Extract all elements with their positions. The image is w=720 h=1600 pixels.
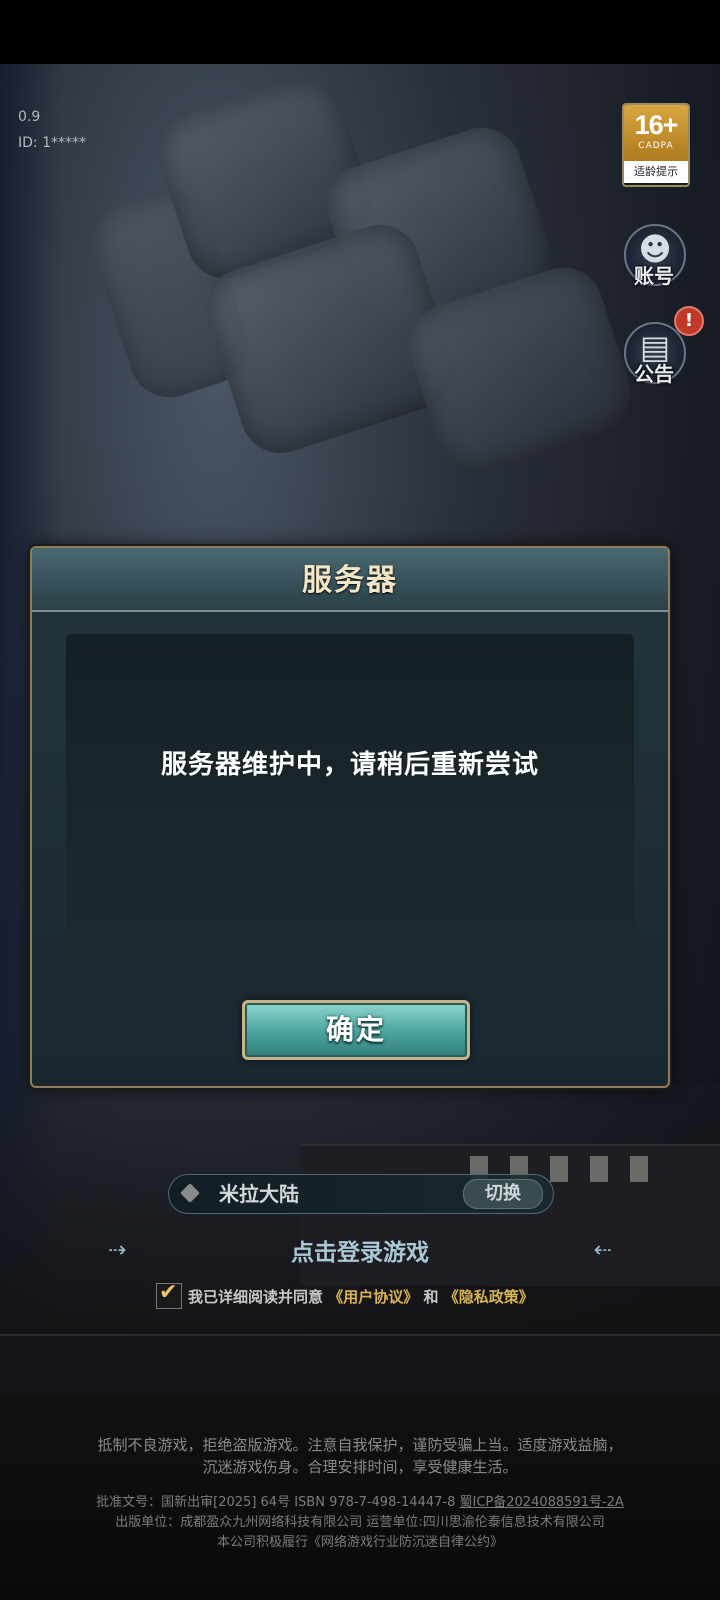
- notice-button[interactable]: ▤ 公告: [620, 322, 688, 392]
- agreement-text: 我已详细阅读并同意: [188, 1288, 324, 1306]
- publisher-info: 出版单位：成都盈众九州网络科技有限公司 运营单位:四川思渝伦泰信息技术有限公司: [115, 1515, 605, 1530]
- server-name: 米拉大陆: [219, 1182, 299, 1206]
- approval-number: 批准文号：国新出审[2025] 64号 ISBN 978-7-498-14447…: [96, 1495, 456, 1510]
- age-rating-label: 适龄提示: [624, 161, 688, 183]
- switch-server-button[interactable]: 切换: [463, 1179, 543, 1209]
- agreement-row: ✔ 我已详细阅读并同意 《用户协议》 和 《隐私政策》: [156, 1280, 586, 1309]
- arrow-right-icon: ⇠: [593, 1238, 612, 1263]
- confirm-button-label: 确定: [325, 1013, 386, 1046]
- version-text: 0.9: [18, 109, 41, 125]
- account-button[interactable]: ☻ 账号: [620, 224, 688, 294]
- health-notice-line1: 抵制不良游戏，拒绝盗版游戏。注意自我保护，谨防受骗上当。适度游戏益脑，: [97, 1436, 623, 1454]
- health-notice: 抵制不良游戏，拒绝盗版游戏。注意自我保护，谨防受骗上当。适度游戏益脑， 沉迷游戏…: [0, 1434, 720, 1478]
- age-rating-number: 16+: [634, 110, 679, 140]
- notice-alert-badge: !: [674, 306, 704, 336]
- dialog-body: 服务器维护中，请稍后重新尝试: [66, 634, 634, 960]
- build-info: 0.9 ID: 1*****: [18, 104, 86, 156]
- privacy-policy-link[interactable]: 《隐私政策》: [444, 1288, 534, 1306]
- age-rating-badge[interactable]: 16+ CADPA 适龄提示: [622, 103, 690, 187]
- agreement-conjunction: 和: [423, 1288, 439, 1306]
- server-dialog: 服务器 服务器维护中，请稍后重新尝试 确定: [30, 546, 670, 1088]
- agreement-checkbox[interactable]: ✔: [156, 1280, 182, 1309]
- legal-info: 批准文号：国新出审[2025] 64号 ISBN 978-7-498-14447…: [0, 1493, 720, 1553]
- server-status-icon: [180, 1183, 200, 1203]
- user-agreement-link[interactable]: 《用户协议》: [328, 1288, 418, 1306]
- health-notice-line2: 沉迷游戏伤身。合理安排时间，享受健康生活。: [202, 1458, 518, 1476]
- login-prompt[interactable]: ⇢ 点击登录游戏 ⇠: [104, 1236, 616, 1270]
- notice-button-label: 公告: [634, 362, 674, 386]
- dialog-message: 服务器维护中，请稍后重新尝试: [160, 750, 539, 780]
- user-id-text: ID: 1*****: [18, 135, 86, 151]
- anti-addiction-pledge: 本公司积极履行《网络游戏行业防沉迷自律公约》: [216, 1535, 503, 1550]
- confirm-button[interactable]: 确定: [242, 1000, 470, 1060]
- icp-link[interactable]: 蜀ICP备2024088591号-2A: [460, 1495, 624, 1510]
- login-prompt-text: 点击登录游戏: [291, 1239, 429, 1266]
- dialog-title: 服务器: [302, 563, 398, 598]
- checkmark-icon: ✔: [159, 1280, 178, 1305]
- server-selector[interactable]: 米拉大陆 切换: [168, 1174, 554, 1214]
- age-rating-org: CADPA: [638, 141, 674, 151]
- account-button-label: 账号: [634, 264, 674, 288]
